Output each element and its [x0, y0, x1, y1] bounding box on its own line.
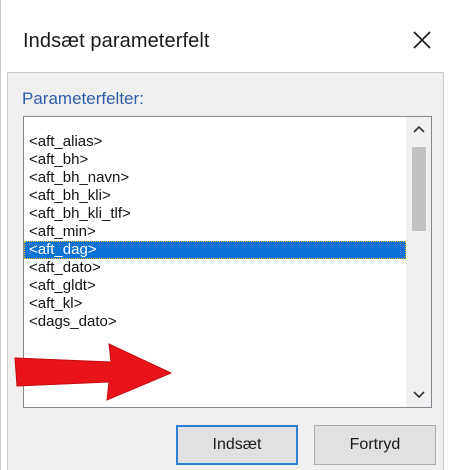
list-item[interactable]: <aft_bh_kli>	[24, 187, 406, 205]
list-item[interactable]: <aft_min>	[24, 223, 406, 241]
insert-parameter-dialog: Indsæt parameterfelt Parameterfelter: <a…	[0, 0, 450, 470]
close-button[interactable]	[406, 23, 438, 57]
insert-button[interactable]: Indsæt	[176, 425, 298, 465]
chevron-up-icon	[413, 125, 425, 133]
cancel-button[interactable]: Fortryd	[314, 425, 436, 465]
scroll-down-button[interactable]	[407, 383, 431, 407]
parameter-fields-list: <aft_alias> <aft_bh> <aft_bh_navn> <aft_…	[24, 133, 406, 331]
list-item[interactable]: <aft_gldt>	[24, 277, 406, 295]
parameter-fields-label: Parameterfelter:	[22, 89, 144, 108]
scrollbar-thumb[interactable]	[412, 147, 426, 231]
vertical-scrollbar[interactable]	[406, 117, 431, 407]
list-item[interactable]: <aft_dato>	[24, 259, 406, 277]
list-item[interactable]: <aft_bh_kli_tlf>	[24, 205, 406, 223]
list-item[interactable]: <dags_dato>	[24, 313, 406, 331]
list-item[interactable]: <aft_bh>	[24, 151, 406, 169]
list-item[interactable]: <aft_kl>	[24, 295, 406, 313]
red-arrow-right-icon	[14, 343, 173, 401]
scroll-up-button[interactable]	[407, 117, 431, 141]
list-item[interactable]: <aft_alias>	[24, 133, 406, 151]
close-icon	[413, 31, 431, 49]
list-item[interactable]: <aft_bh_navn>	[24, 169, 406, 187]
dialog-body: Parameterfelter: <aft_alias> <aft_bh> <a…	[7, 72, 444, 470]
chevron-down-icon	[413, 391, 425, 399]
list-item-selected[interactable]: <aft_dag>	[24, 241, 406, 259]
dialog-title: Indsæt parameterfelt	[23, 30, 210, 52]
